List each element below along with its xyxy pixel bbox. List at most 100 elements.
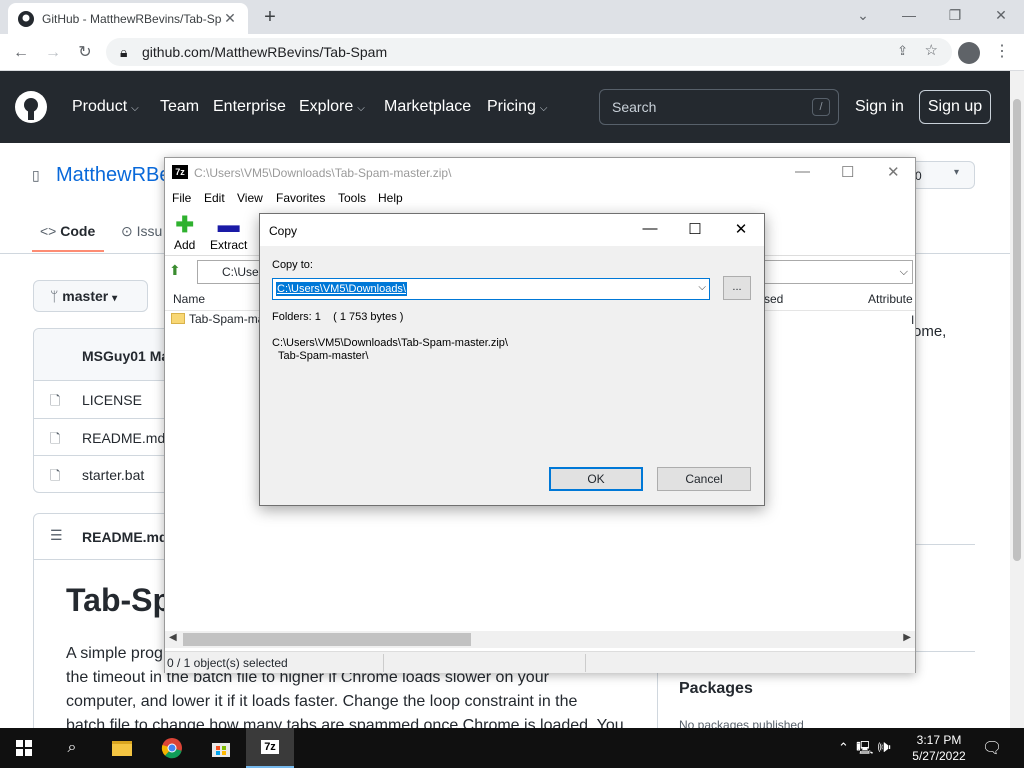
close-window-button[interactable]: ✕ — [988, 4, 1014, 28]
chevron-down-icon: ▾ — [112, 293, 118, 304]
ok-button[interactable]: OK — [549, 467, 643, 491]
sign-in-link[interactable]: Sign in — [855, 98, 904, 116]
sign-up-button[interactable]: Sign up — [919, 90, 991, 124]
nav-team[interactable]: Team — [160, 98, 199, 116]
list-icon[interactable]: ☰ — [50, 527, 63, 544]
tab-search-icon[interactable]: ⌄ — [850, 4, 876, 28]
browse-button[interactable]: ... — [723, 276, 751, 300]
maximize-button[interactable]: ☐ — [680, 220, 710, 238]
maximize-button[interactable]: ☐ — [841, 163, 854, 181]
menu-help[interactable]: Help — [378, 191, 403, 205]
add-button[interactable]: ✚ Add — [174, 212, 195, 253]
column-accessed[interactable]: sed — [764, 292, 783, 306]
browser-tab-strip: GitHub - MatthewRBevins/Tab-Spam ✕ + ⌄ —… — [0, 0, 1024, 34]
new-tab-button[interactable]: + — [258, 6, 282, 30]
store-icon[interactable] — [197, 728, 245, 768]
extract-button[interactable]: ▬ Extract — [210, 214, 248, 253]
readme-line: computer, and lower it if it loads faste… — [66, 693, 578, 710]
copy-dialog-titlebar: Copy — ☐ ✕ — [260, 214, 764, 246]
plus-icon: ✚ — [175, 212, 194, 237]
packages-heading[interactable]: Packages — [679, 680, 753, 698]
destination-value[interactable]: C:\Users\VM5\Downloads\ — [276, 282, 407, 296]
7zip-menubar: File Edit View Favorites Tools Help — [165, 188, 915, 208]
windows-start-icon[interactable] — [0, 728, 48, 768]
volume-icon[interactable]: 🕪︎ — [877, 740, 891, 755]
folder-icon — [171, 313, 185, 324]
extract-label: Extract — [210, 238, 248, 252]
readme-filename: README.md — [82, 529, 168, 545]
item-name: Tab-Spam-ma — [189, 312, 265, 326]
restore-button[interactable]: ❐ — [942, 4, 968, 28]
star-button[interactable]: 0 ▾ — [911, 161, 975, 189]
browser-tab[interactable]: GitHub - MatthewRBevins/Tab-Spam ✕ — [8, 3, 248, 34]
menu-edit[interactable]: Edit — [204, 191, 225, 205]
chrome-icon[interactable] — [148, 728, 196, 768]
branch-selector[interactable]: ᛘ master ▾ — [33, 280, 148, 312]
tab-code[interactable]: <> Code — [40, 223, 95, 239]
minimize-button[interactable]: — — [896, 4, 922, 28]
file-explorer-icon[interactable] — [98, 728, 146, 768]
destination-combo[interactable]: C:\Users\VM5\Downloads\ ⌵ — [272, 278, 710, 300]
nav-explore[interactable]: Explore ⌵ — [299, 98, 365, 116]
up-folder-icon[interactable]: ⬆ — [169, 262, 187, 280]
search-icon[interactable]: ⌕ — [48, 728, 96, 768]
horizontal-scrollbar[interactable]: ◀ ▶ — [165, 631, 915, 648]
system-tray[interactable]: ⌃ 🖳︎ 🕪︎ — [838, 739, 891, 761]
close-button[interactable]: ✕ — [726, 220, 756, 238]
7zip-title: C:\Users\VM5\Downloads\Tab-Spam-master.z… — [194, 166, 452, 180]
tab-close-icon[interactable]: ✕ — [222, 10, 238, 27]
forward-icon[interactable]: → — [40, 40, 66, 66]
file-name[interactable]: LICENSE — [82, 392, 142, 408]
source-path: C:\Users\VM5\Downloads\Tab-Spam-master.z… — [272, 337, 508, 349]
7zip-taskbar-logo: 7z — [261, 740, 279, 754]
minimize-button[interactable]: — — [795, 163, 810, 180]
selection-status: 0 / 1 object(s) selected — [167, 656, 288, 670]
scroll-left-icon[interactable]: ◀ — [169, 632, 177, 643]
minimize-button[interactable]: — — [635, 220, 665, 237]
bookmark-star-icon[interactable]: ☆ — [925, 41, 938, 59]
file-name[interactable]: starter.bat — [82, 467, 144, 483]
chevron-up-icon[interactable]: ⌃ — [838, 740, 849, 755]
nav-enterprise[interactable]: Enterprise — [213, 98, 286, 116]
star-count: 0 — [915, 169, 922, 183]
browser-tab-title: GitHub - MatthewRBevins/Tab-Spam — [42, 11, 222, 26]
file-name[interactable]: README.md — [82, 430, 165, 446]
notification-icon[interactable]: 🗨︎ — [982, 738, 1002, 758]
column-attributes[interactable]: Attribute — [868, 292, 913, 306]
scrollbar-thumb[interactable] — [183, 633, 471, 646]
reload-icon[interactable]: ↻ — [72, 40, 98, 66]
scroll-right-icon[interactable]: ▶ — [903, 632, 911, 643]
menu-tools[interactable]: Tools — [338, 191, 366, 205]
cancel-button[interactable]: Cancel — [657, 467, 751, 491]
chevron-down-icon[interactable]: ⌵ — [900, 261, 908, 283]
nav-pricing[interactable]: Pricing ⌵ — [487, 98, 548, 116]
menu-file[interactable]: File — [172, 191, 191, 205]
menu-favorites[interactable]: Favorites — [276, 191, 325, 205]
search-input[interactable]: Search / — [599, 89, 839, 125]
repo-owner-link[interactable]: MatthewRBe — [56, 164, 171, 187]
commit-author[interactable]: MSGuy01 Ma — [82, 348, 169, 364]
tab-issues[interactable]: ⊙ Issu — [121, 223, 162, 240]
network-icon[interactable]: 🖳︎ — [856, 740, 873, 755]
close-button[interactable]: ✕ — [887, 163, 900, 181]
page-scrollbar-thumb[interactable] — [1013, 99, 1021, 561]
clock-date: 5/27/2022 — [912, 749, 966, 763]
list-item[interactable]: Tab-Spam-ma — [171, 312, 264, 326]
address-bar[interactable]: 🔒︎ github.com/MatthewRBevins/Tab-Spam ⇪ … — [106, 38, 952, 66]
page-scrollbar[interactable] — [1010, 71, 1024, 728]
column-name[interactable]: Name — [173, 292, 205, 306]
github-logo-icon[interactable] — [15, 91, 47, 123]
menu-view[interactable]: View — [237, 191, 263, 205]
lock-icon[interactable]: 🔒︎ — [120, 44, 132, 61]
copy-to-label: Copy to: — [272, 259, 313, 271]
share-icon[interactable]: ⇪ — [897, 43, 908, 59]
chevron-down-icon[interactable]: ⌵ — [698, 282, 706, 293]
browser-menu-icon[interactable]: ⋮ — [992, 41, 1012, 61]
back-icon[interactable]: ← — [8, 40, 34, 66]
profile-avatar[interactable] — [958, 42, 980, 64]
7zip-icon[interactable]: 7z — [246, 728, 294, 768]
taskbar-clock[interactable]: 3:17 PM 5/27/2022 — [906, 732, 972, 764]
nav-product[interactable]: Product ⌵ — [72, 98, 139, 116]
chevron-down-icon: ⌵ — [539, 103, 548, 114]
nav-marketplace[interactable]: Marketplace — [384, 98, 471, 116]
